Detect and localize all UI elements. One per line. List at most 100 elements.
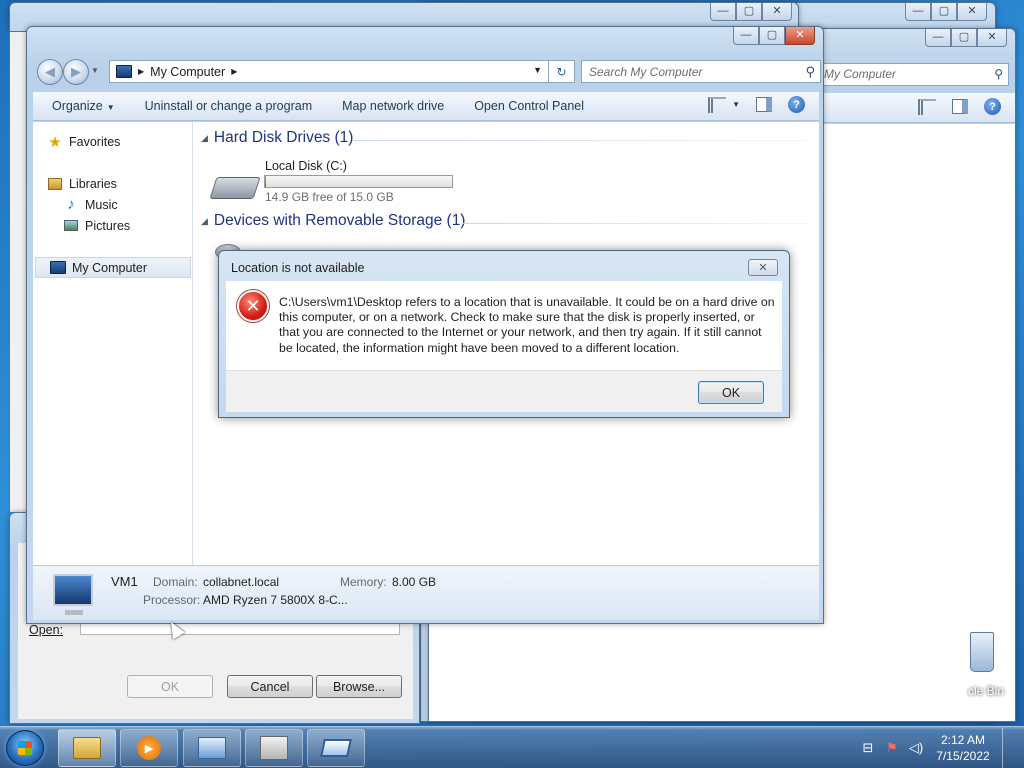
window-icon — [260, 736, 288, 760]
run-cancel-button[interactable]: Cancel — [227, 675, 313, 698]
bg-search-input[interactable]: My Computer ⚲ — [819, 63, 1009, 86]
refresh-icon[interactable]: ↻ — [549, 60, 575, 83]
processor-value: AMD Ryzen 7 5800X 8-C... — [203, 593, 348, 607]
collapse-icon: ◢ — [201, 132, 208, 143]
caption-buttons: — ▢ ✕ — [733, 27, 815, 45]
minimize-button[interactable]: — — [925, 29, 951, 47]
error-icon: ✕ — [237, 290, 269, 322]
organize-label: Organize — [52, 99, 103, 113]
computer-icon — [116, 65, 132, 78]
maximize-button[interactable]: ▢ — [931, 3, 957, 21]
computer-name: VM1 — [111, 574, 138, 589]
search-icon: ⚲ — [994, 67, 1003, 81]
drive-usage-fill — [265, 176, 267, 187]
forward-icon[interactable]: ▶ — [63, 59, 89, 85]
star-icon: ★ — [48, 133, 62, 151]
taskbar-window-button[interactable] — [245, 729, 303, 767]
clock[interactable]: 2:12 AM 7/15/2022 — [932, 732, 994, 764]
close-button[interactable]: ✕ — [785, 27, 815, 45]
bg-caption-buttons: — ▢ ✕ — [905, 3, 987, 21]
control-panel-icon — [198, 737, 226, 759]
address-dropdown-icon[interactable]: ▼ — [533, 65, 542, 75]
group-header-hard-disk[interactable]: ◢ Hard Disk Drives (1) — [201, 129, 353, 147]
bg-search-placeholder: My Computer — [824, 67, 897, 81]
maximize-button[interactable]: ▢ — [951, 29, 977, 47]
organize-button[interactable]: Organize ▼ — [52, 99, 115, 113]
group-divider — [353, 140, 808, 141]
close-button[interactable]: ✕ — [762, 3, 792, 21]
chevron-down-icon: ▼ — [732, 100, 740, 109]
drive-icon — [209, 177, 261, 199]
taskbar-control-panel-button[interactable] — [183, 729, 241, 767]
run-ok-button[interactable]: OK — [127, 675, 213, 698]
back-icon[interactable]: ◀ — [37, 59, 63, 85]
drive-usage-bar — [264, 175, 453, 188]
minimize-button[interactable]: — — [733, 27, 759, 45]
computer-icon — [53, 574, 93, 615]
view-icon[interactable] — [918, 98, 936, 115]
command-bar: Organize ▼ Uninstall or change a program … — [33, 91, 819, 121]
breadcrumb-arrow-icon[interactable]: ▶ — [138, 67, 144, 76]
breadcrumb[interactable]: My Computer — [150, 65, 225, 79]
navigation-bar: ◀ ▶ ▼ ▶ My Computer ▶ ▼ ↻ Search My Comp… — [33, 57, 821, 85]
group-header-label: Hard Disk Drives (1) — [213, 129, 354, 146]
breadcrumb-arrow-icon[interactable]: ▶ — [231, 67, 237, 76]
minimize-button[interactable]: — — [710, 3, 736, 21]
close-button[interactable]: ✕ — [977, 29, 1007, 47]
search-icon[interactable]: ⚲ — [805, 64, 815, 80]
volume-icon[interactable]: ◁) — [908, 740, 924, 756]
nav-item-favorites[interactable]: ★ Favorites — [47, 131, 205, 152]
action-center-icon[interactable]: ⚑ — [884, 740, 900, 756]
preview-pane-icon[interactable] — [756, 97, 772, 112]
group-header-label: Devices with Removable Storage (1) — [213, 212, 466, 229]
bg-caption-buttons: — ▢ ✕ — [925, 29, 1007, 47]
nav-item-label: Favorites — [69, 134, 121, 149]
taskbar: ▶ ⊟ ⚑ ◁) 2:12 AM 7/15/2022 — [0, 726, 1024, 768]
nav-item-label: My Computer — [72, 260, 148, 275]
run-browse-button[interactable]: Browse... — [316, 675, 402, 698]
recycle-bin-label: cle Bin — [968, 684, 1005, 698]
map-network-drive-button[interactable]: Map network drive — [342, 99, 444, 113]
details-pane: VM1 Domain: collabnet.local Memory: 8.00… — [33, 565, 819, 620]
domain-value: collabnet.local — [203, 575, 280, 589]
help-icon[interactable]: ? — [788, 96, 805, 113]
folder-icon — [73, 737, 101, 759]
help-icon[interactable]: ? — [984, 98, 1001, 115]
error-dialog: Location is not available ✕ ✕ C:\Users\v… — [218, 250, 790, 418]
run-open-input[interactable] — [80, 623, 400, 635]
close-button[interactable]: ✕ — [957, 3, 987, 21]
minimize-button[interactable]: — — [905, 3, 931, 21]
dialog-title: Location is not available — [231, 261, 365, 275]
show-desktop-button[interactable] — [1002, 728, 1014, 768]
dialog-message: C:\Users\vm1\Desktop refers to a locatio… — [279, 295, 775, 355]
open-control-panel-button[interactable]: Open Control Panel — [474, 99, 584, 113]
address-bar[interactable]: ▶ My Computer ▶ ▼ — [109, 60, 549, 83]
taskbar-explorer-button[interactable] — [58, 729, 116, 767]
drive-label: Local Disk (C:) — [265, 159, 347, 173]
start-icon[interactable] — [6, 730, 44, 766]
network-icon[interactable]: ⊟ — [860, 740, 876, 756]
ok-button[interactable]: OK — [698, 381, 764, 404]
recent-pages-icon[interactable]: ▼ — [91, 66, 99, 75]
recycle-bin-icon[interactable] — [970, 632, 994, 672]
computer-icon — [50, 260, 66, 276]
pictures-icon — [63, 218, 79, 234]
maximize-button[interactable]: ▢ — [759, 27, 785, 45]
change-view-button[interactable]: ▼ — [708, 96, 740, 113]
search-input[interactable]: Search My Computer ⚲ — [581, 60, 821, 83]
nav-item-label: Music — [85, 197, 118, 212]
uninstall-program-button[interactable]: Uninstall or change a program — [145, 99, 312, 113]
nav-item-libraries[interactable]: Libraries — [47, 173, 205, 194]
dialog-body: ✕ C:\Users\vm1\Desktop refers to a locat… — [226, 281, 782, 370]
nav-item-label: Libraries — [69, 176, 117, 191]
maximize-button[interactable]: ▢ — [736, 3, 762, 21]
preview-pane-icon[interactable] — [952, 99, 968, 114]
taskbar-run-button[interactable] — [307, 729, 365, 767]
nav-item-my-computer[interactable]: My Computer — [35, 257, 191, 278]
search-placeholder: Search My Computer — [589, 64, 703, 79]
taskbar-media-player-button[interactable]: ▶ — [120, 729, 178, 767]
run-open-label: Open: — [29, 623, 64, 637]
group-header-removable[interactable]: ◢ Devices with Removable Storage (1) — [201, 212, 465, 230]
clock-time: 2:12 AM — [940, 733, 986, 747]
close-icon[interactable]: ✕ — [748, 259, 778, 276]
